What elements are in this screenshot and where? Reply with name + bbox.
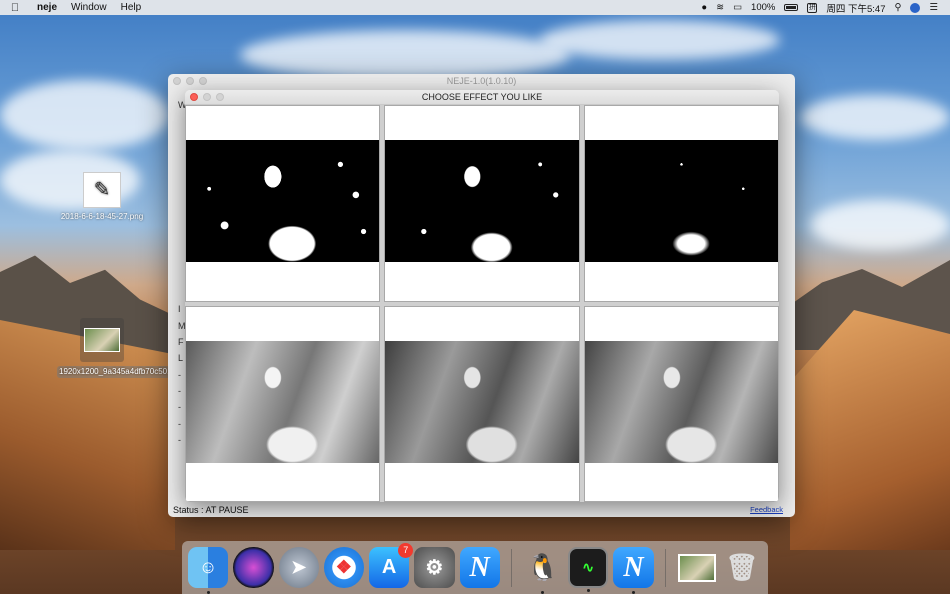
- dialog-title: CHOOSE EFFECT YOU LIKE: [421, 92, 543, 102]
- battery-icon[interactable]: [784, 4, 799, 11]
- zoom-button[interactable]: [216, 93, 224, 101]
- cloud: [240, 30, 570, 80]
- dock-siri-icon[interactable]: [233, 547, 274, 588]
- desktop-file-png[interactable]: ✎ 2018-6-6-18-45-27.png: [57, 172, 147, 222]
- dock-trash-icon[interactable]: 🗑: [722, 547, 762, 588]
- dock-separator: [510, 548, 512, 587]
- menu-help[interactable]: Help: [114, 2, 149, 13]
- dock-qq-icon[interactable]: 🐧: [523, 547, 563, 594]
- cloud: [0, 80, 170, 150]
- wifi-icon[interactable]: ≋: [716, 2, 724, 13]
- menu-bar:  neje Window Help ● ≋ ▭ 100% 拼 周四 下午5:4…: [0, 0, 950, 15]
- airplay-icon[interactable]: ▭: [733, 2, 742, 13]
- effect-preview-image: [186, 340, 380, 463]
- effect-option-3[interactable]: [583, 105, 779, 302]
- effect-preview-image: [584, 340, 778, 463]
- effect-option-4[interactable]: [185, 305, 381, 502]
- minimize-button[interactable]: [186, 77, 194, 85]
- partial-label: -: [178, 370, 181, 380]
- zoom-button[interactable]: [199, 77, 207, 85]
- status-bar: Status : AT PAUSE: [168, 503, 795, 517]
- dock-finder-icon[interactable]: ☺: [188, 547, 229, 594]
- dock-activity-monitor-icon[interactable]: ∿: [567, 547, 609, 592]
- effect-option-2[interactable]: [384, 105, 580, 302]
- effect-option-5[interactable]: [384, 305, 580, 502]
- cloud: [800, 95, 950, 140]
- dock-launchpad-icon[interactable]: ➤: [278, 547, 319, 588]
- neje-letter: N: [623, 551, 644, 583]
- running-indicator: [586, 589, 590, 592]
- clock[interactable]: 周四 下午5:47: [826, 1, 885, 15]
- cloud: [540, 20, 780, 60]
- effect-preview-image: [385, 340, 579, 463]
- partial-label: -: [178, 402, 181, 412]
- dock: ☺ ➤ ❖ A7 ⚙ N 🐧 ∿ N 🗑: [182, 541, 768, 594]
- partial-label: -: [178, 435, 181, 445]
- spotlight-search-icon[interactable]: ⚲: [895, 2, 902, 13]
- partial-label: I: [178, 304, 181, 314]
- notification-center-icon[interactable]: ☰: [929, 2, 938, 13]
- desktop-file-jpg[interactable]: 1920x1200_9a345a4dfb70c50.jpg: [57, 318, 183, 378]
- partial-label: -: [178, 419, 181, 429]
- effect-dialog: CHOOSE EFFECT YOU LIKE: [185, 90, 779, 502]
- app-store-badge: 7: [398, 543, 414, 558]
- feedback-link[interactable]: Feedback: [750, 505, 783, 514]
- desktop-file-label: 2018-6-6-18-45-27.png: [60, 212, 144, 221]
- effect-option-1[interactable]: [185, 105, 381, 302]
- dock-system-preferences-icon[interactable]: ⚙: [414, 547, 455, 588]
- dog-drawing-icon: ✎: [83, 172, 121, 208]
- menu-window[interactable]: Window: [64, 2, 114, 13]
- main-window-titlebar[interactable]: NEJE-1.0(1.0.10): [168, 74, 795, 89]
- input-method-icon[interactable]: 拼: [807, 2, 818, 13]
- desktop-file-label: 1920x1200_9a345a4dfb70c50.jpg: [57, 366, 183, 378]
- qq-status-icon[interactable]: ●: [701, 2, 707, 13]
- dock-photo-icon[interactable]: [677, 547, 717, 588]
- dock-neje-icon[interactable]: N: [459, 547, 500, 588]
- status-text: Status : AT PAUSE: [173, 505, 249, 515]
- dialog-titlebar[interactable]: CHOOSE EFFECT YOU LIKE: [185, 90, 779, 105]
- menu-app-name[interactable]: neje: [30, 2, 64, 13]
- photo-file-icon: [80, 318, 124, 362]
- close-button[interactable]: [173, 77, 181, 85]
- window-controls: [190, 93, 224, 101]
- minimize-button[interactable]: [203, 93, 211, 101]
- effect-preview-image: [186, 140, 380, 262]
- status-menus: ● ≋ ▭ 100% 拼 周四 下午5:47 ⚲ ☰: [701, 1, 950, 15]
- main-window-title: NEJE-1.0(1.0.10): [446, 76, 517, 86]
- dock-app-store-icon[interactable]: A7: [369, 543, 414, 588]
- cloud: [810, 200, 950, 250]
- effect-grid: [185, 105, 779, 502]
- dock-separator: [664, 548, 666, 587]
- user-avatar-icon[interactable]: [910, 2, 921, 13]
- effect-option-6[interactable]: [583, 305, 779, 502]
- dock-neje-running-icon[interactable]: N: [613, 547, 654, 594]
- effect-preview-image: [385, 140, 579, 262]
- partial-label: L: [178, 353, 184, 363]
- effect-preview-image: [584, 140, 778, 262]
- close-button[interactable]: [190, 93, 198, 101]
- apple-menu-icon[interactable]: : [0, 2, 30, 14]
- dock-safari-icon[interactable]: ❖: [323, 547, 364, 588]
- partial-label: -: [178, 386, 181, 396]
- battery-percent[interactable]: 100%: [751, 2, 775, 13]
- window-controls: [173, 77, 207, 85]
- partial-label: F: [178, 337, 184, 347]
